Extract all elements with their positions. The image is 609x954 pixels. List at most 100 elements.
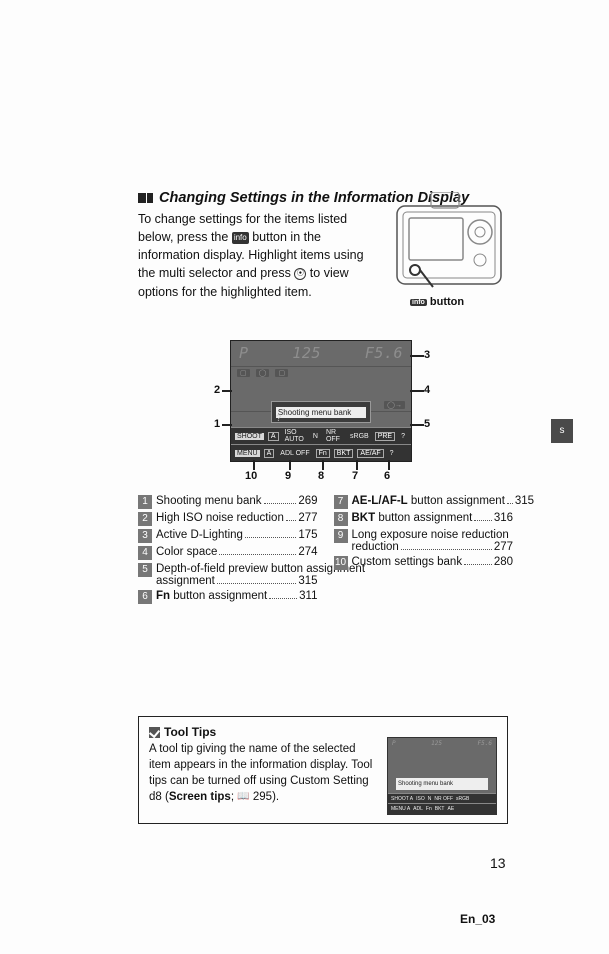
legend-left: 1 Shooting menu bank 269 2 High ISO noise r… [138, 495, 318, 607]
legend-label: button assignment [408, 495, 505, 507]
r1-7: ? [399, 433, 407, 440]
display-aperture: F5.6 [365, 344, 403, 362]
leader [410, 355, 424, 357]
legend-right: 7AE-L/AF-L button assignment315 8BKT but… [334, 495, 514, 607]
legend-num: 2 [138, 512, 152, 526]
r1-6: PRE [375, 432, 395, 441]
book-icon: 📖 [237, 790, 249, 804]
tt-page: 295 [253, 791, 272, 803]
legend-page: 280 [494, 556, 513, 568]
r1-0: SHOOT [235, 433, 264, 440]
callout-6: 6 [384, 470, 390, 482]
leader [222, 390, 232, 392]
r1-3: N [311, 433, 320, 440]
legend-label: Shooting menu bank [156, 495, 262, 507]
leader [410, 424, 424, 426]
side-tab-icon: s [551, 419, 573, 443]
legend-label: button assignment [170, 590, 267, 602]
legend-page: 274 [298, 546, 317, 558]
legend-num: 3 [138, 529, 152, 543]
legend-bold: BKT [352, 512, 376, 524]
legend-bold: AE-L/AF-L [352, 495, 408, 507]
legend-label: Long exposure noise reduction [352, 529, 509, 541]
callout-2: 2 [214, 384, 220, 396]
tool-tips-body: A tool tip giving the name of the select… [149, 741, 379, 805]
r2-4: BKT [334, 449, 354, 458]
intro-paragraph: To change settings for the items listed … [138, 210, 378, 301]
camera-illustration [395, 192, 503, 290]
legend-page: 315 [298, 575, 317, 587]
display-row-1: SHOOT A ISO AUTO N NR OFF sRGB PRE ? [231, 427, 411, 444]
leader [253, 460, 255, 470]
tool-tips-box: Tool Tips A tool tip giving the name of … [138, 716, 508, 824]
r1-5: sRGB [348, 433, 371, 440]
legend-page: 269 [298, 495, 317, 507]
display-tooltip: Shooting menu bank ? [271, 401, 371, 423]
legend-num: 9 [334, 529, 348, 543]
r2-6: ? [388, 450, 396, 457]
mini-shutter: 125 [431, 740, 442, 747]
callout-8: 8 [318, 470, 324, 482]
callout-4: 4 [424, 384, 430, 396]
callout-10: 10 [245, 470, 257, 482]
information-display-diagram: P 125 F5.6 ▢◯▢ ◯→ Shooting menu bank ? S… [230, 340, 412, 462]
mini-mode: P [392, 740, 396, 747]
tt-b3: ). [272, 791, 279, 803]
legend-num: 6 [138, 590, 152, 604]
r1-2: ISO AUTO [283, 429, 307, 443]
leader [356, 460, 358, 470]
legend: 1 Shooting menu bank 269 2 High ISO noise r… [138, 495, 513, 607]
legend-label: button assignment [375, 512, 472, 524]
r1-4: NR OFF [324, 429, 344, 443]
legend-label: Custom settings bank [352, 556, 463, 568]
camera-caption-text: button [427, 296, 464, 308]
legend-page: 315 [515, 495, 534, 507]
legend-page: 277 [298, 512, 317, 524]
legend-num: 7 [334, 495, 348, 509]
callout-9: 9 [285, 470, 291, 482]
mini-aperture: F5.6 [478, 740, 492, 747]
leader [410, 390, 424, 392]
leader [388, 460, 390, 470]
legend-num: 5 [138, 563, 152, 577]
leader [222, 424, 232, 426]
r2-0: MENU [235, 450, 260, 457]
legend-label: High ISO noise reduction [156, 512, 284, 524]
callout-1: 1 [214, 418, 220, 430]
heading-blocks-icon [138, 193, 153, 203]
display-tooltip-text: Shooting menu bank [276, 407, 366, 418]
legend-page: 316 [494, 512, 513, 524]
r2-3: Fn [316, 449, 330, 458]
display-row-2: MENU A ADL OFF Fn BKT AE/AF ? [231, 444, 411, 461]
legend-page: 175 [298, 529, 317, 541]
mini-tooltip: Shooting menu bank [396, 778, 488, 790]
legend-label: Color space [156, 546, 217, 558]
mini-information-display: P125F5.6 Shooting menu bank SHOOT AISONN… [387, 737, 497, 815]
tool-tips-title: Tool Tips [164, 725, 216, 739]
r2-5: AE/AF [357, 449, 383, 458]
footer-code: En_03 [460, 912, 495, 926]
display-shutter: 125 [292, 344, 321, 362]
page-number: 13 [490, 855, 506, 871]
tt-bold: Screen tips [169, 791, 231, 803]
legend-page: 311 [299, 590, 317, 602]
leader [322, 460, 324, 470]
r1-1: A [268, 432, 279, 441]
ok-selector-icon: ⦿ [294, 268, 306, 280]
callout-3: 3 [424, 349, 430, 361]
info-icon: info [410, 299, 427, 306]
legend-bold: Fn [156, 590, 170, 602]
leader [289, 460, 291, 470]
legend-label: Active D-Lighting [156, 529, 243, 541]
legend-num: 8 [334, 512, 348, 526]
display-mode: P [239, 344, 249, 362]
legend-num: 10 [334, 556, 348, 570]
legend-num: 4 [138, 546, 152, 560]
callout-7: 7 [352, 470, 358, 482]
callout-5: 5 [424, 418, 430, 430]
r2-2: ADL OFF [278, 450, 311, 457]
legend-page: 277 [494, 541, 513, 553]
legend-num: 1 [138, 495, 152, 509]
r2-1: A [264, 449, 275, 458]
info-button-icon: info [232, 232, 249, 244]
